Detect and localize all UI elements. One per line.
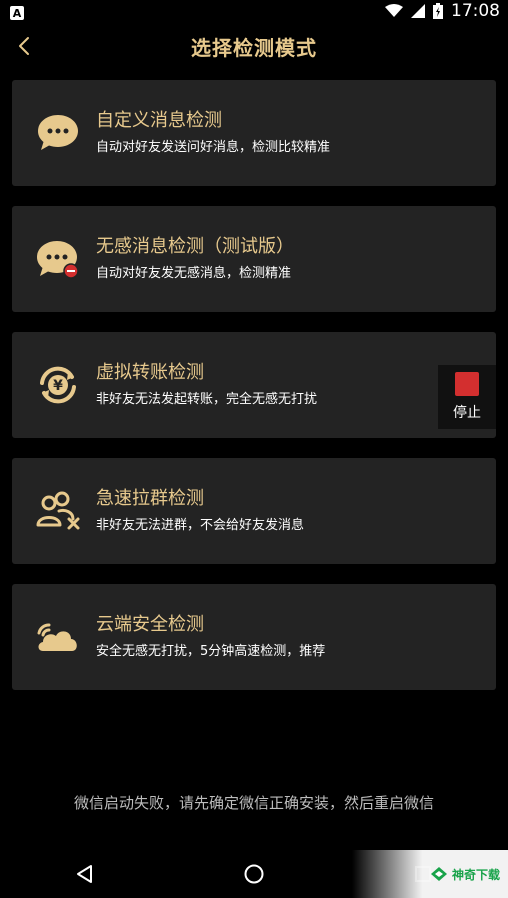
signal-icon bbox=[411, 4, 425, 18]
back-button[interactable] bbox=[12, 34, 36, 58]
chat-block-icon bbox=[26, 227, 90, 291]
cloud-icon bbox=[26, 605, 90, 669]
stop-icon bbox=[455, 372, 479, 396]
mode-card-text: 自定义消息检测 自动对好友发送问好消息，检测比较精准 bbox=[96, 109, 330, 157]
svg-text:¥: ¥ bbox=[53, 378, 63, 394]
mode-card-custom-message[interactable]: 自定义消息检测 自动对好友发送问好消息，检测比较精准 bbox=[12, 80, 496, 186]
mode-desc: 安全无感无打扰，5分钟高速检测，推荐 bbox=[96, 644, 326, 659]
watermark: 神奇下载 bbox=[352, 850, 508, 898]
status-bar: A 17:08 bbox=[0, 0, 508, 22]
status-left: A bbox=[10, 2, 24, 21]
watermark-logo-icon bbox=[430, 867, 447, 881]
mode-title: 虚拟转账检测 bbox=[96, 362, 204, 383]
status-right: 17:08 bbox=[385, 1, 500, 21]
mode-card-text: 急速拉群检测 非好友无法进群，不会给好友发消息 bbox=[96, 487, 304, 535]
battery-icon bbox=[433, 3, 443, 19]
home-circle-icon bbox=[244, 864, 264, 884]
mode-desc: 自动对好友发送问好消息，检测比较精准 bbox=[96, 140, 331, 155]
mode-card-text: 无感消息检测（测试版） 自动对好友发无感消息，检测精准 bbox=[96, 235, 294, 283]
stop-label: 停止 bbox=[453, 405, 481, 421]
wechat-launch-error-message: 微信启动失败，请先确定微信正确安装，然后重启微信 bbox=[73, 794, 434, 812]
back-triangle-icon bbox=[76, 865, 92, 883]
yuan-transfer-icon: ¥ bbox=[26, 353, 90, 417]
mode-card-silent-message[interactable]: 无感消息检测（测试版） 自动对好友发无感消息，检测精准 bbox=[12, 206, 496, 312]
status-time: 17:08 bbox=[451, 1, 500, 21]
mode-title: 无感消息检测（测试版） bbox=[96, 236, 294, 257]
nav-back-button[interactable] bbox=[61, 850, 109, 898]
header: 选择检测模式 bbox=[0, 22, 508, 70]
stop-button[interactable]: 停止 bbox=[438, 365, 496, 429]
mode-desc: 非好友无法发起转账，完全无感无打扰 bbox=[96, 392, 318, 407]
chevron-left-icon bbox=[19, 37, 29, 55]
mode-card-text: 云端安全检测 安全无感无打扰，5分钟高速检测，推荐 bbox=[96, 613, 325, 661]
mode-desc: 自动对好友发无感消息，检测精准 bbox=[96, 266, 292, 281]
mode-desc: 非好友无法进群，不会给好友发消息 bbox=[96, 518, 305, 533]
watermark-logo: 神奇下载 bbox=[430, 866, 500, 883]
mode-card-group-check[interactable]: 急速拉群检测 非好友无法进群，不会给好友发消息 bbox=[12, 458, 496, 564]
mode-title: 云端安全检测 bbox=[96, 614, 204, 635]
mode-list: 自定义消息检测 自动对好友发送问好消息，检测比较精准 无感消息检测（测试版） 自… bbox=[12, 80, 496, 710]
mode-card-text: 虚拟转账检测 非好友无法发起转账，完全无感无打扰 bbox=[96, 361, 317, 409]
notification-a-icon: A bbox=[10, 6, 24, 20]
nav-home-button[interactable] bbox=[230, 850, 278, 898]
mode-title: 急速拉群检测 bbox=[96, 488, 204, 509]
mode-title: 自定义消息检测 bbox=[96, 110, 222, 131]
mode-card-virtual-transfer[interactable]: ¥ 虚拟转账检测 非好友无法发起转账，完全无感无打扰 bbox=[12, 332, 496, 438]
chat-dots-icon bbox=[26, 101, 90, 165]
wifi-icon bbox=[385, 4, 403, 17]
watermark-text: 神奇下载 bbox=[451, 867, 500, 882]
mode-card-cloud-check[interactable]: 云端安全检测 安全无感无打扰，5分钟高速检测，推荐 bbox=[12, 584, 496, 690]
group-icon bbox=[26, 479, 90, 543]
page-title: 选择检测模式 bbox=[191, 35, 317, 60]
